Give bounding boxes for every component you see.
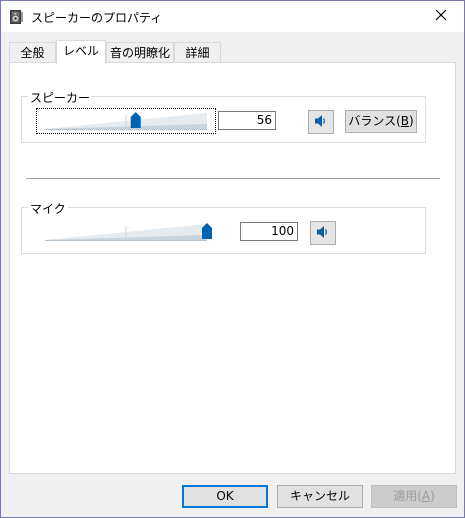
speaker-group-label: スピーカー bbox=[28, 89, 93, 106]
balance-button[interactable]: バランス(B) bbox=[345, 110, 417, 133]
cancel-button[interactable]: キャンセル bbox=[277, 485, 363, 508]
speaker-volume-slider[interactable] bbox=[36, 108, 216, 134]
close-button[interactable] bbox=[418, 1, 464, 32]
apply-button[interactable]: 適用(A) bbox=[371, 485, 457, 508]
tab-general[interactable]: 全般 bbox=[9, 42, 56, 62]
balance-mnemonic: B bbox=[400, 114, 409, 128]
mic-level-value[interactable]: 100 bbox=[240, 222, 298, 241]
balance-label-prefix: バランス( bbox=[348, 114, 401, 128]
close-icon bbox=[435, 9, 447, 24]
mic-volume-slider[interactable] bbox=[37, 220, 215, 244]
speaker-mute-button[interactable] bbox=[308, 110, 334, 134]
title-bar: スピーカーのプロパティ bbox=[1, 1, 464, 32]
mic-slider-track bbox=[45, 223, 212, 241]
properties-window: スピーカーのプロパティ 全般 レベル 音の明瞭化 詳細 スピーカー 56 バラン… bbox=[0, 0, 465, 518]
speaker-group: スピーカー 56 バランス(B) bbox=[21, 89, 426, 143]
speaker-slider-track bbox=[45, 112, 207, 130]
apply-label-suffix: ) bbox=[430, 489, 435, 503]
apply-mnemonic: A bbox=[421, 489, 431, 503]
speaker-device-icon bbox=[8, 9, 24, 25]
window-title: スピーカーのプロパティ bbox=[31, 11, 163, 25]
speaker-level-value[interactable]: 56 bbox=[218, 111, 276, 130]
balance-label-suffix: ) bbox=[409, 114, 414, 128]
speaker-volume-icon bbox=[315, 224, 331, 243]
tab-enhancements[interactable]: 音の明瞭化 bbox=[106, 42, 174, 62]
apply-label-prefix: 適用( bbox=[393, 489, 422, 503]
tab-advanced[interactable]: 詳細 bbox=[174, 42, 221, 62]
section-divider bbox=[26, 178, 440, 179]
levels-panel: スピーカー 56 バランス(B) マイク 100 bbox=[9, 62, 456, 474]
mic-group-label: マイク bbox=[28, 200, 68, 217]
mic-group: マイク 100 bbox=[21, 200, 426, 254]
mic-mute-button[interactable] bbox=[310, 221, 336, 245]
speaker-slider-thumb[interactable] bbox=[130, 112, 141, 128]
tab-levels[interactable]: レベル bbox=[56, 40, 106, 64]
speaker-volume-icon bbox=[313, 113, 329, 132]
ok-button[interactable]: OK bbox=[182, 485, 268, 508]
